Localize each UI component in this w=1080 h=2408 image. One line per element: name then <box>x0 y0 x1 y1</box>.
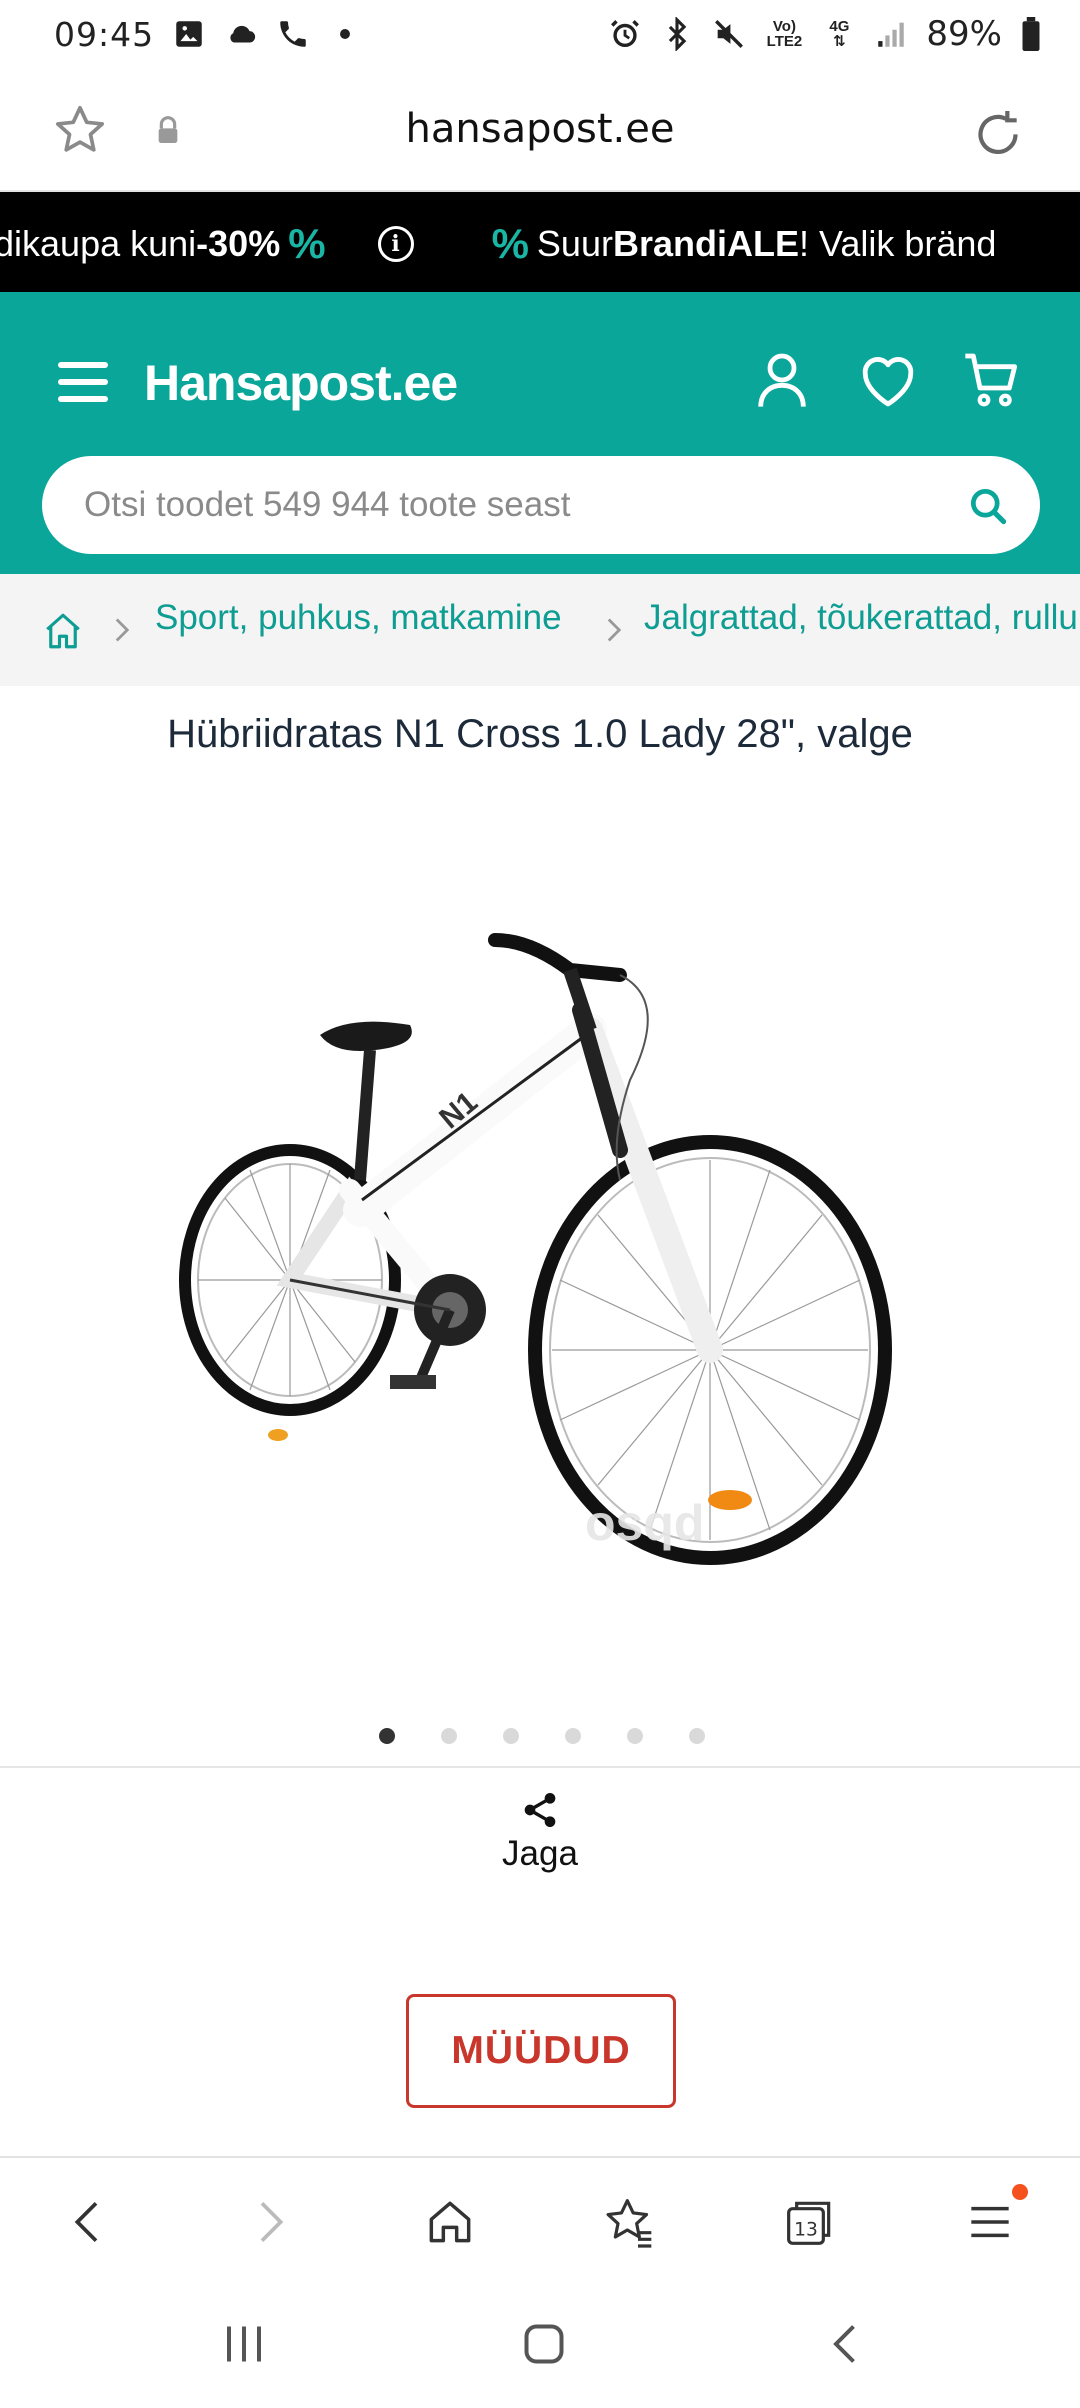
4g-label: 4G <box>829 18 850 35</box>
volte-icon: Vo) LTE2 <box>764 17 804 51</box>
promo-text-1: dikaupa kuni <box>0 223 197 264</box>
image-dot[interactable] <box>379 1728 395 1744</box>
bluetooth-icon <box>660 17 694 51</box>
percent-icon: % <box>288 220 326 267</box>
info-icon[interactable]: i <box>377 226 414 262</box>
image-dot[interactable] <box>627 1728 643 1744</box>
search-input[interactable] <box>84 456 944 554</box>
back-nav-icon[interactable] <box>816 2314 876 2374</box>
share-icon <box>524 1793 556 1827</box>
cart-icon[interactable] <box>960 348 1024 412</box>
lock-icon[interactable] <box>152 114 184 148</box>
home-icon <box>429 2201 471 2243</box>
cloud-icon <box>224 17 258 51</box>
recent-apps-icon[interactable] <box>214 2314 274 2374</box>
image-dot[interactable] <box>689 1728 705 1744</box>
share-label: Jaga <box>502 1834 578 1873</box>
divider <box>0 1766 1080 1768</box>
forward-button[interactable] <box>238 2190 302 2254</box>
home-icon[interactable] <box>42 610 84 652</box>
search-bar <box>42 456 1040 554</box>
volte-bottom: LTE2 <box>766 33 803 50</box>
chevron-right-icon <box>115 618 130 642</box>
status-time: 09:45 <box>54 14 155 54</box>
chevron-right-icon <box>607 618 622 642</box>
mute-icon <box>712 17 746 51</box>
product-title: Hübriidratas N1 Cross 1.0 Lady 28", valg… <box>167 712 913 756</box>
site-header: Hansapost.ee <box>0 292 1080 574</box>
breadcrumb-item-bikes[interactable]: Jalgrattad, tõukerattad, rulluisud <box>644 598 1080 638</box>
bookmarks-star-icon <box>606 2199 652 2248</box>
dot-icon <box>328 17 362 51</box>
gallery-icon <box>172 17 206 51</box>
back-button[interactable] <box>56 2190 120 2254</box>
forward-arrow-icon <box>260 2202 284 2242</box>
browser-toolbar: 13 <box>0 2156 1080 2286</box>
sold-status-badge: MÜÜDUD <box>406 1994 676 2108</box>
menu-icon[interactable] <box>58 362 108 402</box>
promo-text-2-bold: BrandiALE <box>612 223 799 264</box>
site-logo[interactable]: Hansapost.ee <box>144 354 458 412</box>
browser-address-bar: hansapost.ee <box>0 68 1080 192</box>
promo-banner[interactable]: dikaupa kuni -30% % i % Suur BrandiALE !… <box>0 192 1080 292</box>
tabs-button[interactable]: 13 <box>778 2190 842 2254</box>
wishlist-heart-icon[interactable] <box>856 348 920 412</box>
product-image[interactable]: N1 osqd <box>150 880 930 1620</box>
battery-percent: 89% <box>926 14 1002 54</box>
breadcrumb-item-sport[interactable]: Sport, puhkus, matkamine <box>155 598 562 638</box>
image-dot[interactable] <box>503 1728 519 1744</box>
phone-icon <box>276 17 310 51</box>
home-button[interactable] <box>418 2190 482 2254</box>
tabs-icon: 13 <box>787 2201 831 2245</box>
home-nav-icon[interactable] <box>514 2314 574 2374</box>
breadcrumb: Sport, puhkus, matkamine Jalgrattad, tõu… <box>0 574 1080 686</box>
android-navigation-bar <box>0 2286 1080 2408</box>
volte-top: Vo) <box>772 18 796 35</box>
status-bar: 09:45 Vo) LTE2 4G ⇅ 89% <box>0 0 1080 68</box>
menu-icon <box>971 2206 1009 2238</box>
account-icon[interactable] <box>750 348 814 412</box>
alarm-icon <box>608 17 642 51</box>
share-button[interactable]: Jaga <box>480 1790 600 1890</box>
search-icon[interactable] <box>966 484 1010 528</box>
back-arrow-icon <box>74 2202 98 2242</box>
image-dot[interactable] <box>565 1728 581 1744</box>
image-dot[interactable] <box>441 1728 457 1744</box>
reload-icon[interactable] <box>970 104 1026 160</box>
tabs-count: 13 <box>794 2219 818 2240</box>
svg-text:osqd: osqd <box>585 1495 704 1551</box>
menu-button[interactable] <box>958 2190 1022 2254</box>
percent-icon: % <box>491 220 529 267</box>
bookmark-star-icon[interactable] <box>52 102 108 158</box>
battery-icon <box>1020 17 1042 51</box>
promo-text-2-tail: ! Valik bränd <box>798 223 997 264</box>
promo-text-1-bold: -30% <box>196 223 281 264</box>
signal-icon <box>874 17 908 51</box>
promo-text-2: Suur <box>536 223 613 264</box>
notification-dot <box>1012 2184 1028 2200</box>
image-pagination <box>0 1728 1080 1744</box>
4g-icon: 4G ⇅ <box>829 18 850 50</box>
bookmarks-button[interactable] <box>598 2190 662 2254</box>
